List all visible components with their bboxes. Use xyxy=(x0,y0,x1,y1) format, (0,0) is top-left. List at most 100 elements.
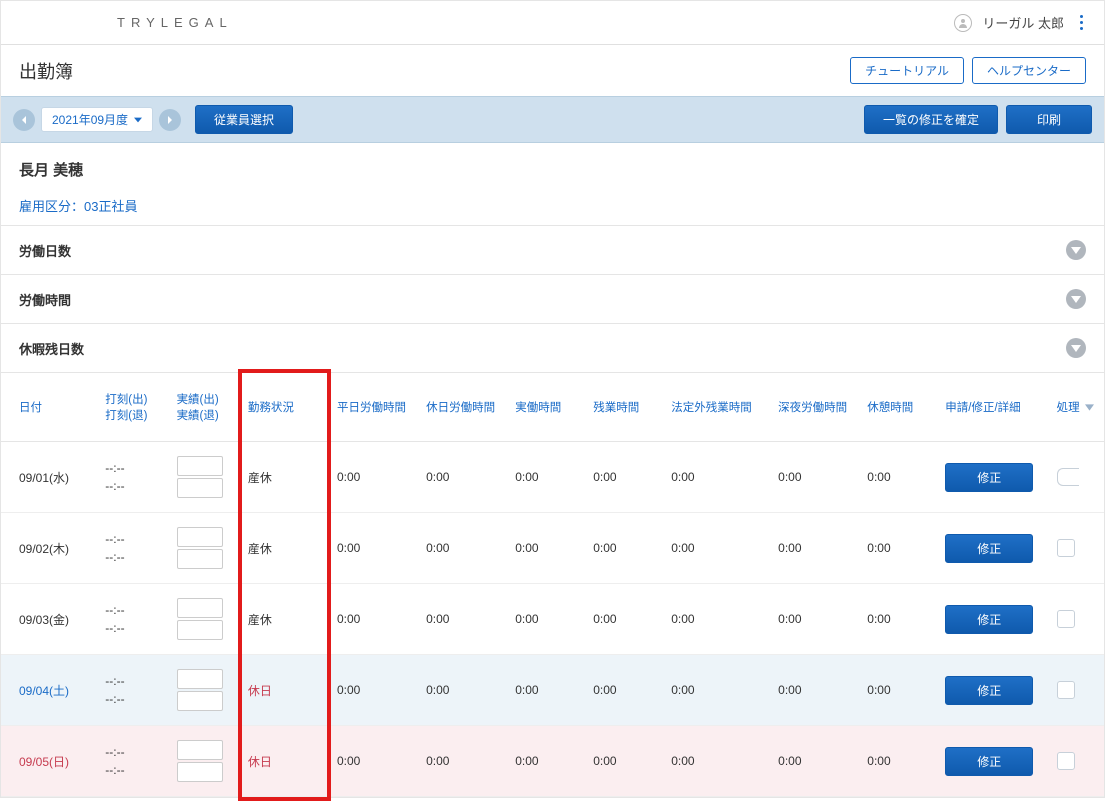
cell-edit: 修正 xyxy=(941,726,1052,797)
th-actual-hours: 実働時間 xyxy=(511,373,589,442)
th-stamp-in: 打刻(出) xyxy=(105,391,168,407)
cell-overtime: 0:00 xyxy=(589,655,667,726)
cell-actual xyxy=(173,442,244,513)
kebab-menu-button[interactable] xyxy=(1074,9,1088,36)
select-employee-button[interactable]: 従業員選択 xyxy=(195,105,293,134)
th-midnight: 深夜労働時間 xyxy=(774,373,863,442)
actual-out-input[interactable] xyxy=(177,478,223,498)
cell-holiday-hours: 0:00 xyxy=(422,726,511,797)
th-edit: 申請/修正/詳細 xyxy=(941,373,1052,442)
th-legal-overtime: 法定外残業時間 xyxy=(667,373,774,442)
cell-holiday-hours: 0:00 xyxy=(422,584,511,655)
print-button[interactable]: 印刷 xyxy=(1006,105,1092,134)
cell-legal-overtime: 0:00 xyxy=(667,584,774,655)
accordion-label: 休暇残日数 xyxy=(19,339,84,358)
page-title: 出勤簿 xyxy=(19,58,73,84)
cell-holiday-hours: 0:00 xyxy=(422,442,511,513)
cell-legal-overtime: 0:00 xyxy=(667,513,774,584)
attendance-table: 日付 打刻(出) 打刻(退) 実績(出) 実績(退) 勤務状況 平日労働時間 休… xyxy=(1,373,1104,797)
th-actual: 実績(出) 実績(退) xyxy=(173,373,244,442)
cell-date: 09/02(木) xyxy=(1,513,101,584)
cell-break: 0:00 xyxy=(863,726,941,797)
proc-checkbox[interactable] xyxy=(1057,752,1075,770)
tutorial-button[interactable]: チュートリアル xyxy=(850,57,964,84)
cell-date: 09/04(土) xyxy=(1,655,101,726)
table-row: 09/05(日)--:----:--休日0:000:000:000:000:00… xyxy=(1,726,1104,797)
month-selector[interactable]: 2021年09月度 xyxy=(41,107,153,132)
actual-in-input[interactable] xyxy=(177,669,223,689)
cell-stamp: --:----:-- xyxy=(101,442,172,513)
accordion-work-hours[interactable]: 労働時間 xyxy=(1,274,1104,323)
cell-legal-overtime: 0:00 xyxy=(667,726,774,797)
next-month-button[interactable] xyxy=(159,109,181,131)
accordion-leave-remaining[interactable]: 休暇残日数 xyxy=(1,323,1104,373)
month-label: 2021年09月度 xyxy=(52,111,128,128)
toolbar: 2021年09月度 従業員選択 一覧の修正を確定 印刷 xyxy=(1,96,1104,143)
cell-stamp: --:----:-- xyxy=(101,584,172,655)
cell-midnight: 0:00 xyxy=(774,442,863,513)
th-proc-label: 処理 xyxy=(1057,402,1080,414)
cell-actual xyxy=(173,584,244,655)
cell-actual xyxy=(173,655,244,726)
cell-status: 産休 xyxy=(244,442,333,513)
prev-month-button[interactable] xyxy=(13,109,35,131)
chevron-down-icon xyxy=(1066,289,1086,309)
page-title-row: 出勤簿 チュートリアル ヘルプセンター xyxy=(1,45,1104,96)
cell-overtime: 0:00 xyxy=(589,584,667,655)
edit-button[interactable]: 修正 xyxy=(945,747,1033,776)
cell-edit: 修正 xyxy=(941,584,1052,655)
table-row: 09/04(土)--:----:--休日0:000:000:000:000:00… xyxy=(1,655,1104,726)
actual-in-input[interactable] xyxy=(177,740,223,760)
actual-out-input[interactable] xyxy=(177,691,223,711)
cell-weekday-hours: 0:00 xyxy=(333,655,422,726)
cell-edit: 修正 xyxy=(941,655,1052,726)
edit-button[interactable]: 修正 xyxy=(945,534,1033,563)
cell-status: 休日 xyxy=(244,655,333,726)
accordion-work-days[interactable]: 労働日数 xyxy=(1,225,1104,274)
actual-in-input[interactable] xyxy=(177,527,223,547)
th-actual-in: 実績(出) xyxy=(177,391,240,407)
actual-in-input[interactable] xyxy=(177,598,223,618)
table-row: 09/01(水)--:----:--産休0:000:000:000:000:00… xyxy=(1,442,1104,513)
cell-midnight: 0:00 xyxy=(774,584,863,655)
confirm-edits-button[interactable]: 一覧の修正を確定 xyxy=(864,105,998,134)
cell-weekday-hours: 0:00 xyxy=(333,584,422,655)
chevron-down-icon xyxy=(1066,338,1086,358)
th-weekday-hours: 平日労働時間 xyxy=(333,373,422,442)
chevron-down-icon xyxy=(1066,240,1086,260)
cell-break: 0:00 xyxy=(863,655,941,726)
actual-out-input[interactable] xyxy=(177,620,223,640)
sort-icon[interactable] xyxy=(1085,402,1094,414)
employee-name: 長月 美穂 xyxy=(19,159,1086,180)
cell-status: 産休 xyxy=(244,584,333,655)
proc-checkbox[interactable] xyxy=(1057,610,1075,628)
cell-holiday-hours: 0:00 xyxy=(422,513,511,584)
cell-midnight: 0:00 xyxy=(774,513,863,584)
cell-weekday-hours: 0:00 xyxy=(333,513,422,584)
edit-button[interactable]: 修正 xyxy=(945,676,1033,705)
accordion-label: 労働日数 xyxy=(19,241,71,260)
proc-checkbox[interactable] xyxy=(1057,468,1079,486)
th-date: 日付 xyxy=(1,373,101,442)
edit-button[interactable]: 修正 xyxy=(945,463,1033,492)
proc-checkbox[interactable] xyxy=(1057,681,1075,699)
employee-info: 長月 美穂 雇用区分：03正社員 xyxy=(1,143,1104,225)
cell-date: 09/01(水) xyxy=(1,442,101,513)
th-proc: 処理 xyxy=(1053,373,1104,442)
actual-in-input[interactable] xyxy=(177,456,223,476)
th-actual-out: 実績(退) xyxy=(177,407,240,423)
cell-stamp: --:----:-- xyxy=(101,655,172,726)
th-stamp: 打刻(出) 打刻(退) xyxy=(101,373,172,442)
user-name: リーガル 太郎 xyxy=(982,13,1064,32)
actual-out-input[interactable] xyxy=(177,762,223,782)
cell-legal-overtime: 0:00 xyxy=(667,442,774,513)
help-center-button[interactable]: ヘルプセンター xyxy=(972,57,1086,84)
actual-out-input[interactable] xyxy=(177,549,223,569)
th-holiday-hours: 休日労働時間 xyxy=(422,373,511,442)
edit-button[interactable]: 修正 xyxy=(945,605,1033,634)
cell-proc xyxy=(1053,442,1104,513)
cell-actual-hours: 0:00 xyxy=(511,726,589,797)
proc-checkbox[interactable] xyxy=(1057,539,1075,557)
cell-break: 0:00 xyxy=(863,442,941,513)
table-row: 09/03(金)--:----:--産休0:000:000:000:000:00… xyxy=(1,584,1104,655)
